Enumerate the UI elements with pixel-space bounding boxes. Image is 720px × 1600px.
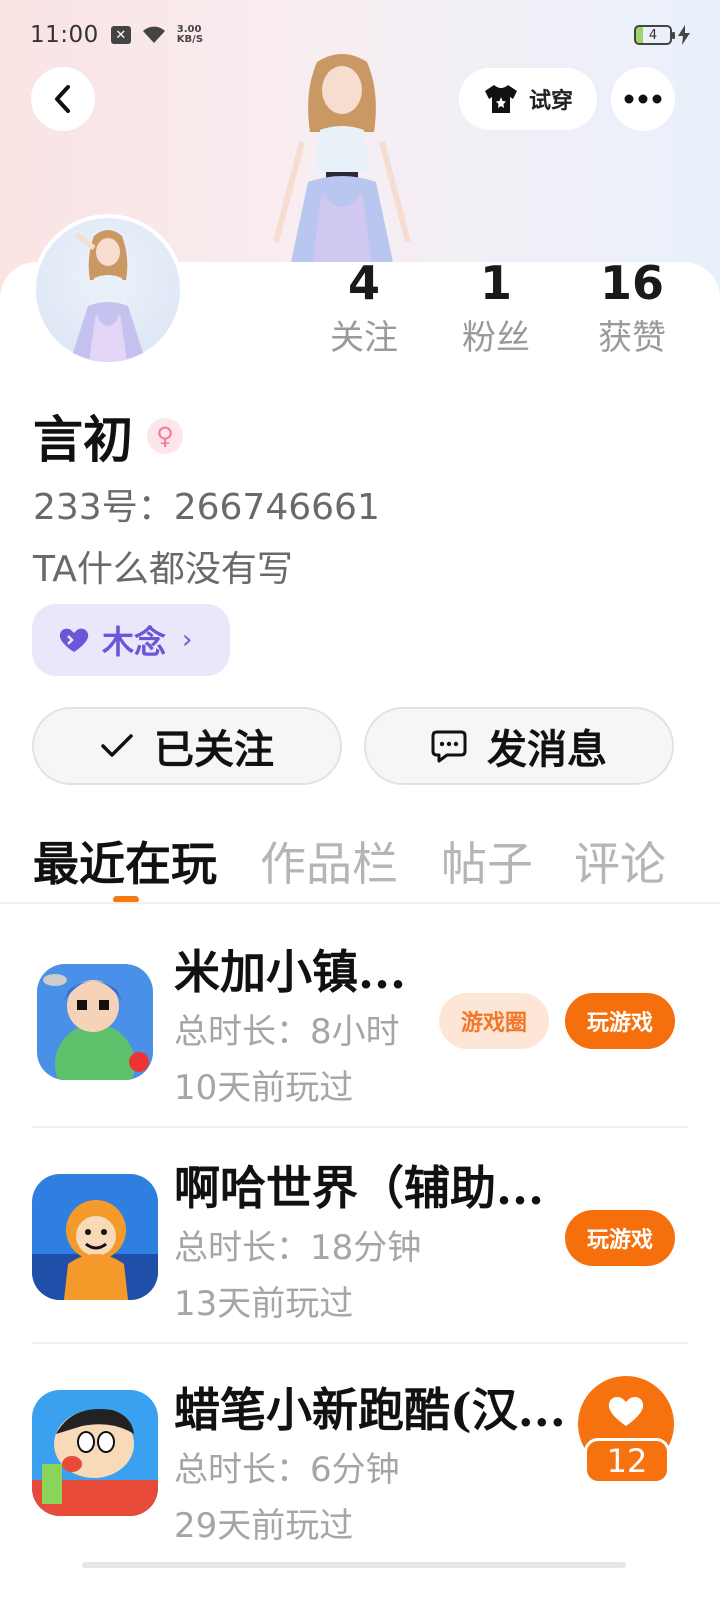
tab-posts[interactable]: 帖子 [441, 828, 533, 894]
like-count: 12 [584, 1438, 670, 1484]
shirt-icon [484, 85, 517, 113]
heart-icon [59, 628, 89, 652]
game-last-played: 13天前玩过 [174, 1284, 354, 1324]
profile-name: 言初 [33, 410, 133, 469]
message-button-label: 发消息 [487, 727, 607, 773]
more-dots-icon [624, 94, 662, 104]
tab-comments[interactable]: 评论 [574, 828, 666, 894]
chevron-right-icon: › [182, 625, 193, 655]
guild-chip[interactable]: 木念 › [32, 604, 230, 676]
charging-icon [678, 25, 690, 45]
avatar-image [69, 230, 147, 362]
heart-icon [608, 1396, 644, 1426]
play-game-button[interactable]: 玩游戏 [565, 993, 675, 1049]
net-speed: 3.00 KB/S [176, 24, 204, 45]
tab-recent-play[interactable]: 最近在玩 [33, 828, 217, 894]
wifi-icon [142, 26, 165, 43]
stat-likes[interactable]: 16 获赞 [590, 255, 674, 361]
game-icon-aha-world [32, 1174, 158, 1300]
game-duration: 总时长：18分钟 [174, 1228, 422, 1268]
game-duration: 总时长：8小时 [174, 1012, 400, 1052]
bottom-partial-strip [82, 1562, 626, 1568]
user-bio: TA什么都没有写 [33, 549, 293, 590]
profile-tabs: 最近在玩 作品栏 帖子 评论 [0, 822, 720, 904]
status-time: 11:00 [30, 22, 99, 48]
tab-works[interactable]: 作品栏 [260, 828, 398, 894]
like-button[interactable]: 12 [578, 1376, 674, 1488]
divider [0, 902, 720, 904]
name-row: 言初 ♀ [33, 400, 183, 472]
list-item[interactable]: 啊哈世界（辅助... 总时长：18分钟 13天前玩过 玩游戏 [0, 1128, 720, 1344]
follow-button[interactable]: 已关注 [32, 707, 342, 785]
game-icon-crayon-shinchan [32, 1390, 158, 1516]
check-icon [101, 734, 133, 757]
chat-bubble-icon [431, 730, 467, 763]
list-item[interactable]: 米加小镇... 总时长：8小时 10天前玩过 游戏圈 玩游戏 [0, 912, 720, 1128]
game-icon-miga-town [37, 964, 153, 1080]
game-last-played: 29天前玩过 [174, 1506, 354, 1546]
try-on-label: 试穿 [528, 89, 573, 114]
female-icon: ♀ [147, 418, 183, 454]
notification-x-icon: ✕ [110, 26, 131, 44]
game-duration: 总时长：6分钟 [174, 1450, 400, 1490]
stat-followers[interactable]: 1 粉丝 [456, 255, 536, 361]
stat-following[interactable]: 4 关注 [324, 255, 404, 361]
chevron-left-icon [55, 85, 70, 113]
message-button[interactable]: 发消息 [364, 707, 674, 785]
game-title: 米加小镇... [174, 945, 407, 999]
try-on-button[interactable]: 试穿 [459, 68, 597, 130]
user-id: 233号：266746661 [33, 487, 380, 528]
more-button[interactable] [611, 67, 675, 131]
back-button[interactable] [31, 67, 95, 131]
play-game-button[interactable]: 玩游戏 [565, 1210, 675, 1266]
follow-button-label: 已关注 [154, 727, 274, 773]
avatar-character-figure [262, 52, 422, 267]
guild-label: 木念 [102, 623, 167, 661]
avatar[interactable] [32, 214, 184, 366]
game-circle-button[interactable]: 游戏圈 [439, 993, 549, 1049]
battery-icon: 4 [634, 25, 675, 45]
game-title: 蜡笔小新跑酷(汉... [174, 1383, 566, 1437]
game-last-played: 10天前玩过 [174, 1068, 354, 1108]
game-title: 啊哈世界（辅助... [174, 1161, 545, 1215]
